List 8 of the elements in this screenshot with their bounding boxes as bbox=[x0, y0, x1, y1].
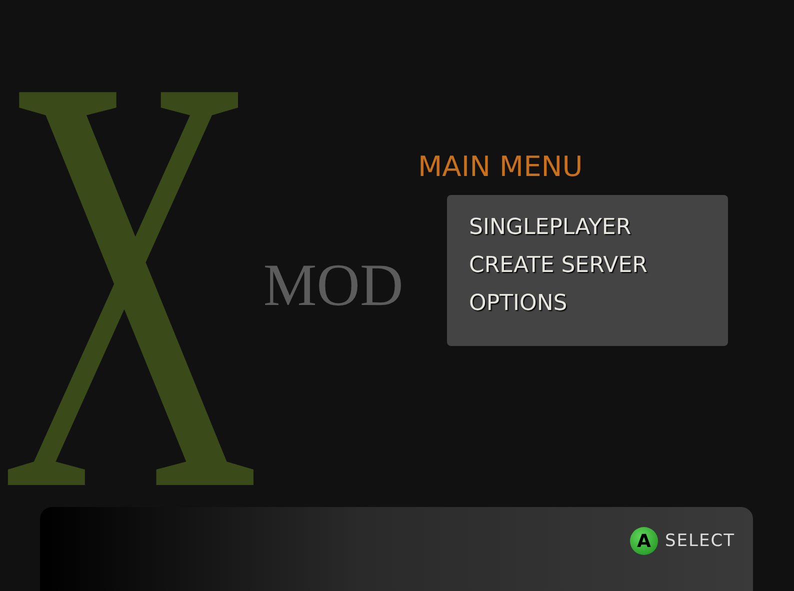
menu-item[interactable]: CREATE SERVER bbox=[469, 247, 648, 285]
menu-item[interactable]: OPTIONS bbox=[469, 285, 568, 323]
logo-word: MOD bbox=[263, 255, 404, 315]
controller-a-button-icon: A bbox=[630, 527, 658, 555]
logo-letter: X bbox=[0, 63, 260, 503]
menu-item[interactable]: SINGLEPLAYER bbox=[469, 209, 632, 247]
hint-label: SELECT bbox=[665, 531, 735, 551]
menu-title: MAIN MENU bbox=[418, 150, 584, 184]
